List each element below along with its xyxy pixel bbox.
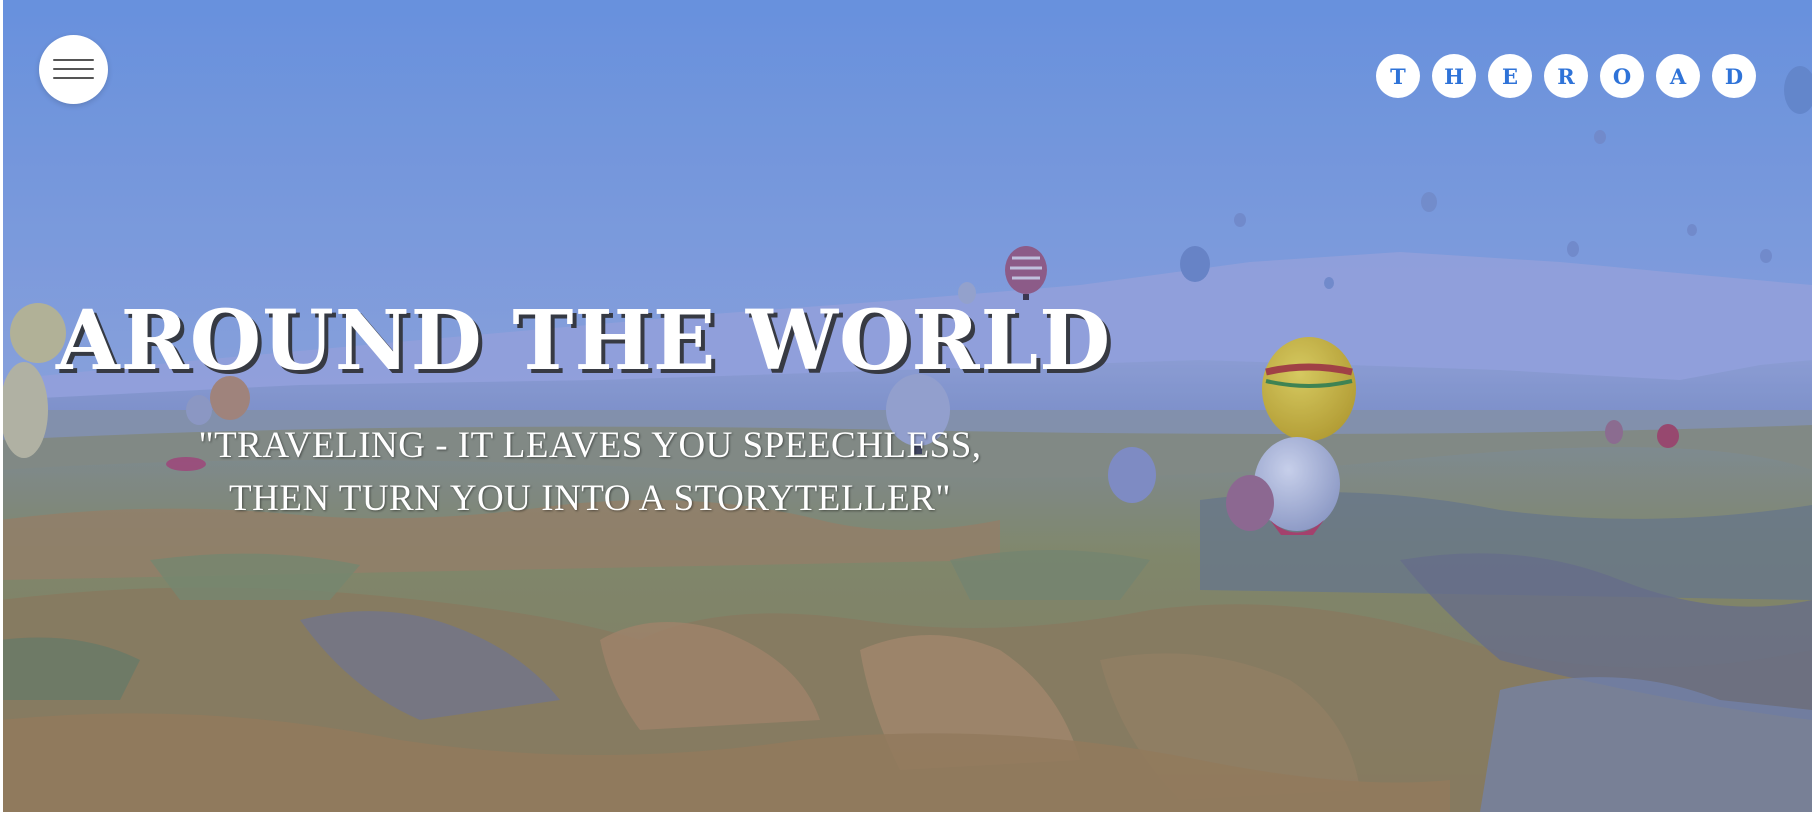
menu-button[interactable] [39, 35, 108, 104]
hero-quote-line: THEN TURN YOU INTO A STORYTELLER" [229, 478, 951, 519]
hero-background-image [0, 0, 1812, 812]
page-left-border [0, 0, 3, 812]
brand-letter[interactable]: T [1376, 54, 1420, 98]
brand-letter[interactable]: O [1600, 54, 1644, 98]
hero-quote: "TRAVELING - IT LEAVES YOU SPEECHLESS, T… [120, 419, 1060, 525]
brand-letter[interactable]: R [1544, 54, 1588, 98]
hero-title: AROUND THE WORLD [56, 293, 1112, 389]
hero-quote-line: "TRAVELING - IT LEAVES YOU SPEECHLESS, [198, 425, 982, 466]
brand-letter[interactable]: H [1432, 54, 1476, 98]
brand-letter[interactable]: A [1656, 54, 1700, 98]
hero-section: T H E R O A D AROUND THE WORLD "TRAVELIN… [0, 0, 1812, 812]
brand-logo[interactable]: T H E R O A D [1376, 54, 1756, 98]
brand-letter[interactable]: D [1712, 54, 1756, 98]
brand-letter[interactable]: E [1488, 54, 1532, 98]
